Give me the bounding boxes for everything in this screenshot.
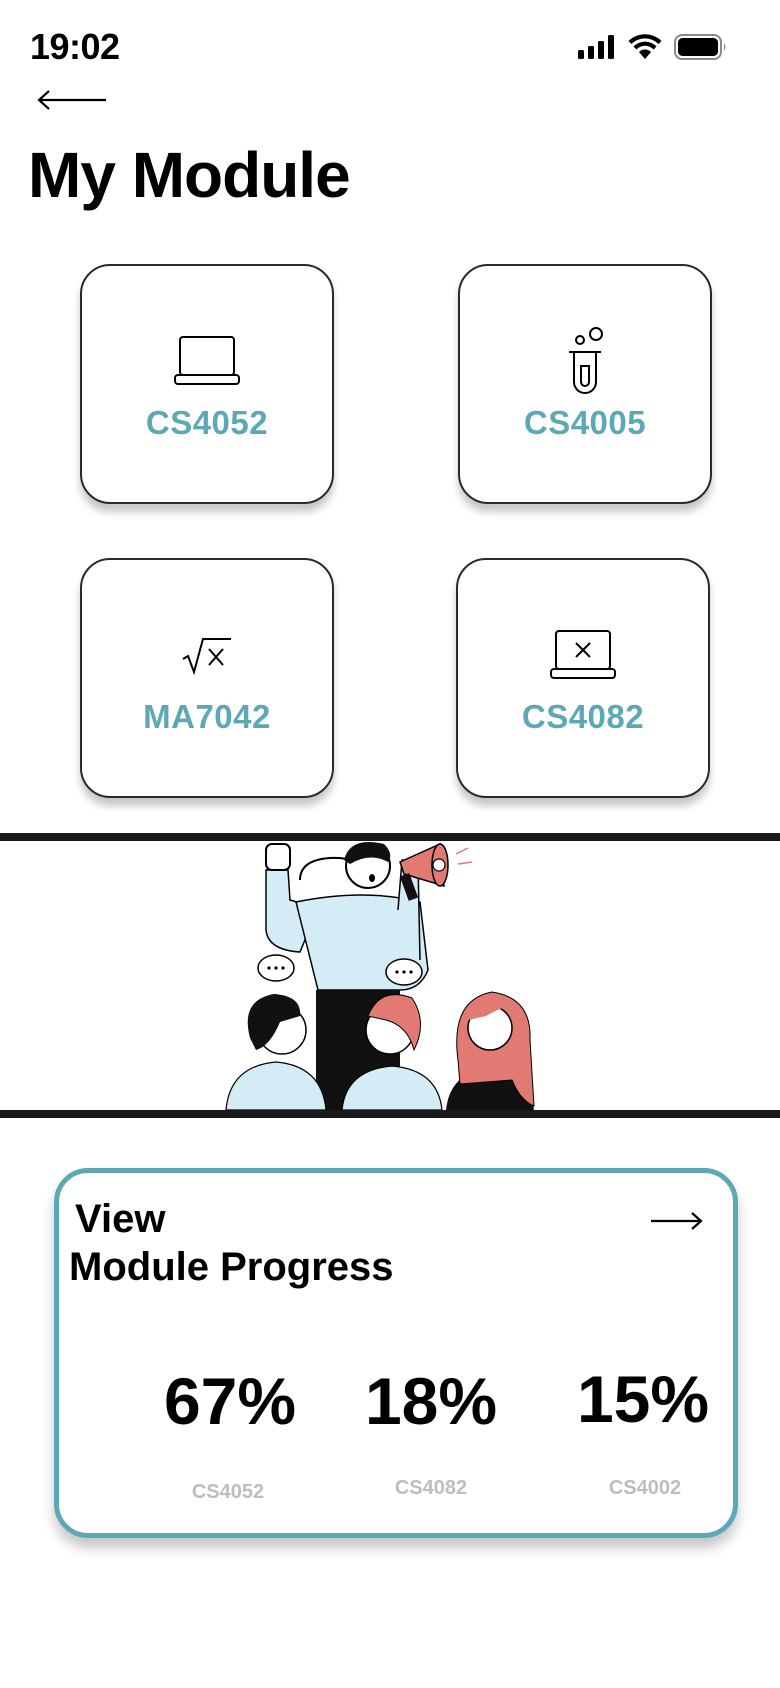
module-code: MA7042 [143,698,271,735]
math-sqrt-icon [172,620,242,690]
wifi-icon [628,34,662,59]
module-card-cs4005[interactable]: CS4005 [458,264,712,504]
team-megaphone-illustration [225,842,535,1110]
back-arrow-icon[interactable] [36,88,108,112]
signal-icon [578,35,614,59]
status-time: 19:02 [30,26,120,67]
progress-title-view: View [75,1197,166,1241]
status-icons [578,34,728,60]
module-card-cs4082[interactable]: CS4082 [456,558,710,798]
test-tube-icon [550,326,620,396]
progress-value: 67% [163,1364,297,1438]
progress-module-label: CS4002 [608,1477,682,1499]
module-card-cs4052[interactable]: CS4052 [80,264,334,504]
module-progress-card[interactable]: View Module Progress 67% CS4052 18% CS40… [54,1168,738,1538]
progress-title-module-progress: Module Progress [69,1245,394,1289]
battery-icon [674,34,726,60]
module-card-ma7042[interactable]: MA7042 [80,558,334,798]
page-title: My Module [28,139,351,211]
banner-bottom-rule [0,1110,780,1118]
progress-value: 18% [364,1364,498,1438]
arrow-right-icon[interactable] [649,1211,703,1231]
module-code: CS4082 [521,698,645,735]
laptop-x-icon [548,620,618,690]
laptop-icon [172,326,242,396]
progress-module-label: CS4052 [191,1481,265,1503]
module-code: CS4005 [523,404,647,441]
module-code: CS4052 [145,404,269,441]
progress-value: 15% [576,1362,710,1436]
progress-module-label: CS4082 [394,1477,468,1499]
